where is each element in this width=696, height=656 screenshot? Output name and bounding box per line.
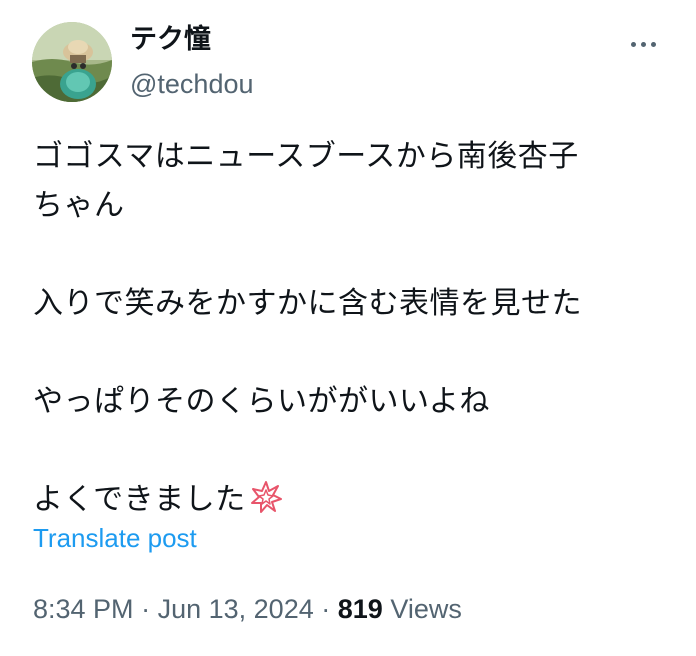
post-metadata: 8:34 PM · Jun 13, 2024 · 819 Views (33, 590, 462, 628)
post-last-line: よくできました (33, 475, 663, 524)
tweet: テク憧 @techdou ゴゴスマはニュースブースから南後杏子 ちゃん 入りで笑… (0, 0, 696, 656)
post-date[interactable]: Jun 13, 2024 (158, 594, 314, 624)
avatar-image (32, 22, 112, 102)
post-time[interactable]: 8:34 PM (33, 594, 134, 624)
meta-separator: · (321, 594, 331, 624)
post-text: ゴゴスマはニュースブースから南後杏子 ちゃん 入りで笑みをかすかに含む表情を見せ… (33, 132, 663, 524)
more-options-button[interactable] (618, 36, 668, 52)
translate-post-link[interactable]: Translate post (33, 520, 197, 556)
more-horizontal-icon (630, 41, 636, 47)
meta-separator: · (141, 594, 151, 624)
post-line: やっぱりそのくらいががいいよね (33, 384, 490, 419)
views-count: 819 (337, 594, 383, 624)
more-horizontal-icon (650, 41, 656, 47)
post-line: ちゃん (33, 188, 125, 223)
post-line: 入りで笑みをかすかに含む表情を見せた (33, 286, 582, 321)
user-handle[interactable]: @techdou (130, 64, 254, 104)
more-horizontal-icon (640, 41, 646, 47)
post-line: よくできました (33, 482, 246, 517)
avatar[interactable] (32, 22, 112, 102)
views-label: Views (390, 594, 462, 624)
display-name[interactable]: テク憧 (130, 20, 211, 60)
white-flower-emoji (250, 481, 282, 513)
post-line: ゴゴスマはニュースブースから南後杏子 (33, 139, 579, 174)
